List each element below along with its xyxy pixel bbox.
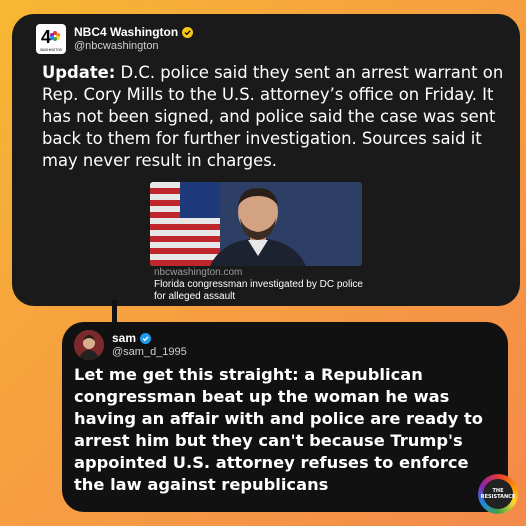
tweet-card-sam: sam @sam_d_1995 Let me get this straight… xyxy=(62,322,508,512)
tweet-card-nbc4: 4 WASHINGTON NBC4 Washington @nbcwashing… xyxy=(12,14,520,306)
display-name[interactable]: NBC4 Washington xyxy=(74,25,194,39)
update-label: Update: xyxy=(42,63,116,82)
congressman-photo-icon xyxy=(150,182,362,266)
avatar-photo-icon xyxy=(74,330,104,360)
verified-badge-icon xyxy=(140,332,152,344)
verified-badge-icon xyxy=(182,26,194,38)
display-name[interactable]: sam xyxy=(112,331,187,345)
handle[interactable]: @sam_d_1995 xyxy=(112,345,187,359)
tweet-header: sam @sam_d_1995 xyxy=(74,330,187,360)
media-source[interactable]: nbcwashington.com xyxy=(154,267,374,279)
display-name-text[interactable]: NBC4 Washington xyxy=(74,25,178,39)
nbc4-avatar[interactable]: 4 WASHINGTON xyxy=(36,24,66,54)
handle[interactable]: @nbcwashington xyxy=(74,39,193,53)
watermark-line2: RESISTANCE xyxy=(480,494,516,500)
tweet-text: Let me get this straight: a Republican c… xyxy=(74,365,483,494)
nbc4-logo-icon: 4 WASHINGTON xyxy=(40,27,62,52)
news-photo[interactable] xyxy=(150,182,362,266)
avatar-subtext: WASHINGTON xyxy=(40,48,62,52)
media-title[interactable]: Florida congressman investigated by DC p… xyxy=(154,279,374,303)
media-caption[interactable]: nbcwashington.com Florida congressman in… xyxy=(154,267,374,303)
display-name-text[interactable]: sam xyxy=(112,331,136,345)
sam-avatar[interactable] xyxy=(74,330,104,360)
tweet-text: Update: D.C. police said they sent an ar… xyxy=(42,62,512,172)
resistance-watermark-logo: THE RESISTANCE xyxy=(478,474,518,514)
tweet-header: 4 WASHINGTON NBC4 Washington @nbcwashing… xyxy=(36,24,194,54)
avatar-text: 4 xyxy=(41,27,51,47)
